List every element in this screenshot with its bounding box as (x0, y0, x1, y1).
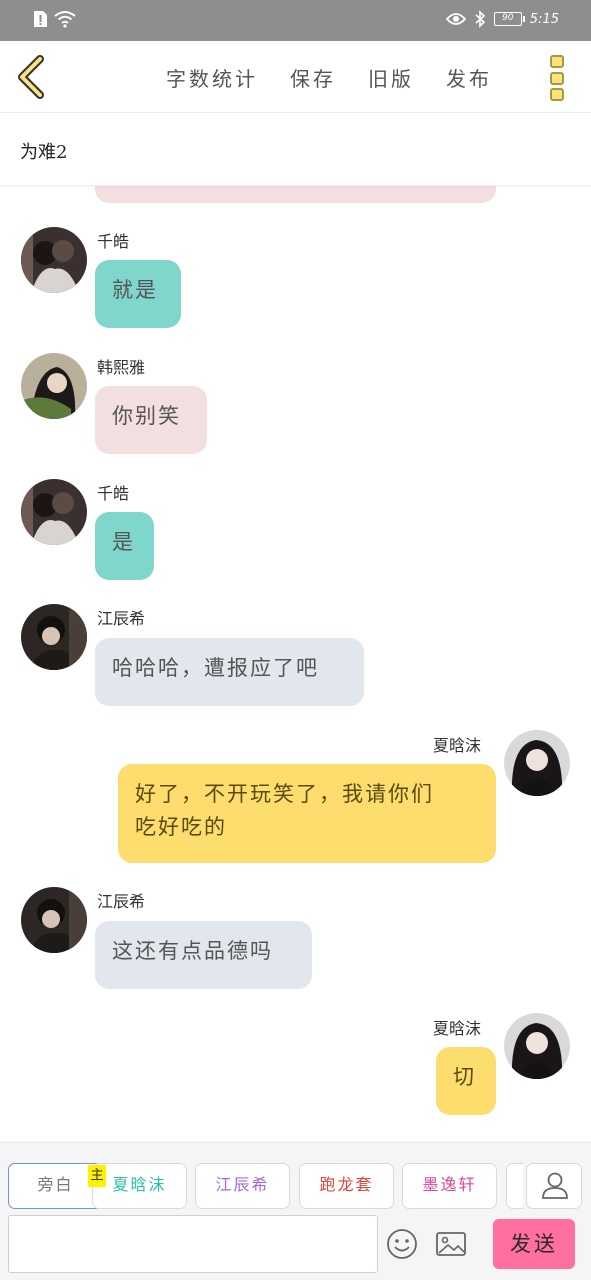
chapter-title-bar[interactable]: 为难2 (0, 114, 591, 186)
message-bubble[interactable]: 你别笑 (95, 386, 207, 454)
sender-name: 江辰希 (97, 892, 146, 911)
image-button[interactable] (434, 1227, 468, 1261)
avatar-jiangchenxi[interactable] (21, 604, 87, 670)
avatar-xiahanmo[interactable] (504, 730, 570, 796)
avatar-qianhao[interactable] (21, 479, 87, 545)
bluetooth-icon (475, 10, 485, 28)
role-partial[interactable] (506, 1163, 523, 1209)
role-xiahanmo[interactable]: 夏晗沫 (92, 1163, 187, 1209)
avatar-xiahanmo[interactable] (504, 1013, 570, 1079)
send-button[interactable]: 发送 (493, 1219, 575, 1269)
avatar-jiangchenxi[interactable] (21, 887, 87, 953)
more-dot-icon (550, 88, 564, 101)
message-input[interactable] (8, 1215, 378, 1273)
chat-area[interactable]: 千皓 就是 韩熙雅 你别笑 千皓 是 江辰希 哈哈哈，遭报应了吧 夏晗沫 好了，… (0, 186, 591, 1142)
message-bubble[interactable]: 是 (95, 512, 154, 580)
battery-indicator: 90 (493, 12, 525, 26)
role-selector[interactable]: 旁白 夏晗沫 江辰希 跑龙套 墨逸轩 (8, 1163, 523, 1211)
status-time: 5:15 (529, 11, 559, 27)
add-role-button[interactable] (526, 1163, 582, 1209)
old-version-button[interactable]: 旧版 (368, 63, 414, 92)
message-bubble[interactable]: 就是 (95, 260, 181, 328)
role-label: 夏晗沫 (112, 1175, 167, 1194)
person-icon (542, 1172, 568, 1199)
eye-icon (445, 13, 466, 25)
back-button[interactable] (14, 55, 50, 99)
composer: 旁白 夏晗沫 江辰希 跑龙套 墨逸轩 主 发送 (0, 1142, 591, 1280)
nav-actions: 字数统计 保存 旧版 发布 (166, 63, 492, 92)
status-left (32, 10, 76, 28)
more-menu-button[interactable] (550, 55, 566, 101)
image-icon (436, 1232, 466, 1256)
chapter-title: 为难2 (20, 142, 68, 163)
top-nav: 字数统计 保存 旧版 发布 (0, 41, 591, 113)
sender-name: 夏晗沫 (433, 736, 482, 755)
message-bubble-partial[interactable] (95, 186, 496, 203)
emoji-button[interactable] (385, 1227, 419, 1261)
message-bubble[interactable]: 好了，不开玩笑了，我请你们 吃好吃的 (118, 764, 496, 863)
sender-name: 夏晗沫 (433, 1019, 482, 1038)
word-count-button[interactable]: 字数统计 (166, 63, 258, 92)
role-jiangchenxi[interactable]: 江辰希 (195, 1163, 290, 1209)
message-bubble[interactable]: 这还有点品德吗 (95, 921, 312, 989)
wifi-icon (54, 11, 76, 28)
role-extra[interactable]: 跑龙套 (299, 1163, 394, 1209)
sender-name: 千皓 (97, 484, 130, 503)
save-button[interactable]: 保存 (290, 63, 336, 92)
sender-name: 江辰希 (97, 609, 146, 628)
role-label: 旁白 (37, 1175, 74, 1194)
status-right: 90 5:15 (445, 10, 559, 28)
sim-alert-icon (34, 11, 47, 27)
status-bar: 90 5:15 (0, 0, 591, 41)
sender-name: 韩熙雅 (97, 358, 146, 377)
smiley-icon (387, 1229, 417, 1259)
more-dot-icon (550, 55, 564, 68)
main-character-tag: 主 (88, 1165, 106, 1187)
role-moyixuan[interactable]: 墨逸轩 (402, 1163, 497, 1209)
role-label: 江辰希 (215, 1175, 270, 1194)
message-line: 好了，不开玩笑了，我请你们 (135, 782, 434, 806)
role-label: 墨逸轩 (422, 1175, 477, 1194)
role-label: 跑龙套 (319, 1175, 374, 1194)
message-bubble[interactable]: 哈哈哈，遭报应了吧 (95, 638, 364, 706)
avatar-qianhao[interactable] (21, 227, 87, 293)
message-bubble[interactable]: 切 (436, 1047, 496, 1115)
sender-name: 千皓 (97, 232, 130, 251)
chevron-left-icon (18, 55, 44, 99)
message-line: 吃好吃的 (135, 815, 227, 839)
publish-button[interactable]: 发布 (446, 63, 492, 92)
avatar-hanxiya[interactable] (21, 353, 87, 419)
more-dot-icon (550, 71, 564, 85)
